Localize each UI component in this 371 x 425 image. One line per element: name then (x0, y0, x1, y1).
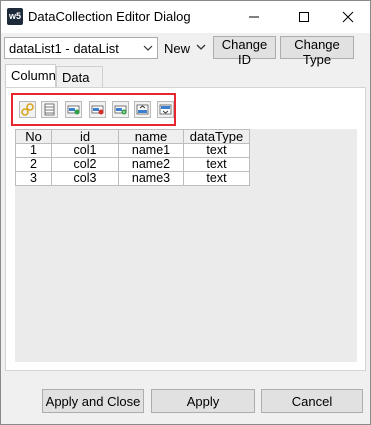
link-button[interactable] (19, 101, 36, 118)
new-dropdown-chevron-icon[interactable] (195, 40, 207, 54)
cell-datatype[interactable]: text (183, 157, 250, 172)
table-view-button[interactable] (41, 101, 58, 118)
header-name[interactable]: name (118, 129, 184, 144)
table-row[interactable]: 3 col3 name3 text (15, 171, 250, 186)
cell-id[interactable]: col2 (51, 157, 119, 172)
move-down-icon (159, 104, 172, 115)
grid-header-row: No id name dataType (15, 129, 250, 144)
tab-column[interactable]: Column (5, 64, 56, 88)
cell-no[interactable]: 3 (15, 171, 52, 186)
cell-no[interactable]: 2 (15, 157, 52, 172)
cell-datatype[interactable]: text (183, 171, 250, 186)
column-grid: No id name dataType 1 col1 name1 text 2 (15, 129, 250, 186)
cell-name[interactable]: name1 (118, 143, 184, 158)
minimize-button[interactable] (231, 1, 277, 33)
minimize-icon (249, 16, 259, 18)
chevron-down-icon (143, 45, 153, 51)
new-dropdown-label[interactable]: New (164, 41, 190, 56)
maximize-button[interactable] (281, 1, 327, 33)
datalist-select[interactable]: dataList1 - dataList (4, 37, 158, 59)
tab-data-label: Data (62, 70, 90, 85)
table-icon (44, 103, 55, 116)
tab-column-label: Column (11, 68, 56, 83)
delete-row-icon (91, 105, 104, 115)
cancel-button[interactable]: Cancel (261, 389, 363, 413)
cell-no[interactable]: 1 (15, 143, 52, 158)
tab-data[interactable]: Data (56, 66, 103, 88)
toolbar-highlight (11, 93, 176, 126)
dialog-footer: Apply and Close Apply Cancel (1, 387, 370, 417)
top-controls: dataList1 - dataList New Change ID Chang… (1, 34, 370, 67)
apply-and-close-button[interactable]: Apply and Close (42, 389, 144, 413)
maximize-icon (299, 12, 309, 22)
cell-name[interactable]: name3 (118, 171, 184, 186)
delete-row-button[interactable] (89, 101, 106, 118)
table-row[interactable]: 1 col1 name1 text (15, 143, 250, 158)
table-row[interactable]: 2 col2 name2 text (15, 157, 250, 172)
app-icon: w5 (7, 8, 23, 25)
close-button[interactable] (325, 1, 371, 33)
cell-name[interactable]: name2 (118, 157, 184, 172)
add-row-button[interactable] (65, 101, 82, 118)
apply-button[interactable]: Apply (151, 389, 255, 413)
insert-row-icon (114, 105, 127, 115)
column-panel: No id name dataType 1 col1 name1 text 2 (5, 87, 366, 371)
link-icon (21, 103, 34, 116)
cell-datatype[interactable]: text (183, 143, 250, 158)
cell-id[interactable]: col1 (51, 143, 119, 158)
dialog-window: w5 DataCollection Editor Dialog dataList… (0, 0, 371, 425)
close-icon (342, 11, 354, 23)
header-id[interactable]: id (51, 129, 119, 144)
cell-id[interactable]: col3 (51, 171, 119, 186)
move-up-button[interactable] (134, 101, 151, 118)
move-down-button[interactable] (157, 101, 174, 118)
datalist-select-value: dataList1 - dataList (9, 41, 119, 56)
change-id-button[interactable]: Change ID (213, 36, 276, 67)
add-row-icon (67, 105, 80, 115)
move-up-icon (136, 104, 149, 115)
title-bar[interactable]: w5 DataCollection Editor Dialog (1, 1, 370, 33)
window-title: DataCollection Editor Dialog (28, 9, 191, 24)
header-datatype[interactable]: dataType (183, 129, 250, 144)
column-grid-area: No id name dataType 1 col1 name1 text 2 (15, 129, 357, 362)
header-no[interactable]: No (15, 129, 52, 144)
change-type-button[interactable]: Change Type (280, 36, 354, 67)
insert-row-button[interactable] (112, 101, 129, 118)
